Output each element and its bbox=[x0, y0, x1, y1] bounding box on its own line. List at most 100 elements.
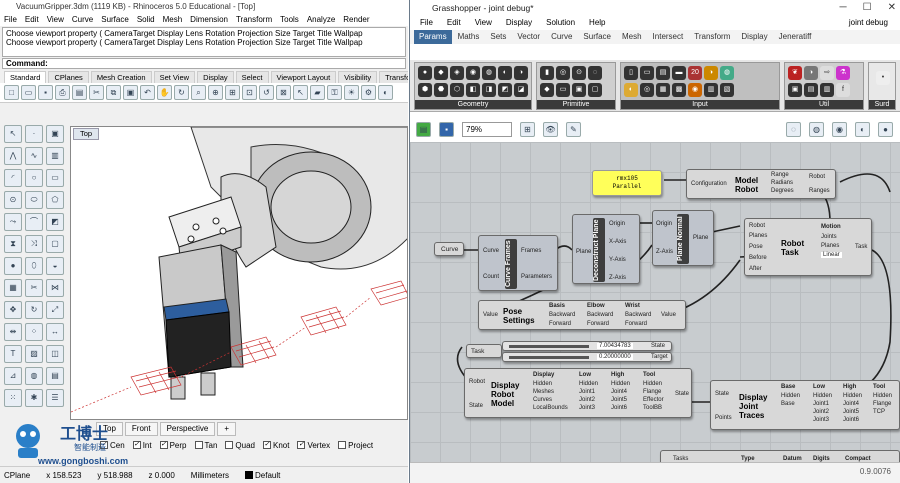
sketch-pen-icon[interactable]: ✎ bbox=[566, 121, 581, 137]
lock-icon[interactable]: ⚿ bbox=[327, 85, 342, 100]
add-viewport-tab[interactable]: + bbox=[217, 422, 237, 436]
curve-frames-component[interactable]: Curve Count Curve Frames Frames Paramete… bbox=[478, 235, 558, 291]
menu-tools[interactable]: Tools bbox=[280, 14, 299, 26]
calendar-icon[interactable]: 20 bbox=[688, 66, 702, 80]
layers-icon[interactable]: ☰ bbox=[46, 389, 64, 407]
param-icon[interactable]: ⬣ bbox=[434, 83, 448, 97]
menu-curve[interactable]: Curve bbox=[72, 14, 93, 26]
extrude-icon[interactable]: ▥ bbox=[46, 147, 64, 165]
cylinder-icon[interactable]: ⬯ bbox=[25, 257, 43, 275]
render-mode-icon[interactable]: ◍ bbox=[25, 367, 43, 385]
input-port[interactable]: Z-Axis bbox=[656, 249, 673, 255]
fillet-icon[interactable]: ⌒ bbox=[25, 213, 43, 231]
split-icon[interactable]: ✂ bbox=[25, 279, 43, 297]
analyze-icon[interactable]: ⊿ bbox=[4, 367, 22, 385]
gradient-icon[interactable]: ◑ bbox=[704, 66, 718, 80]
osnap-tan[interactable]: Tan bbox=[194, 441, 217, 450]
panel-icon[interactable]: ▤ bbox=[46, 367, 64, 385]
primitive-icon[interactable]: ▭ bbox=[556, 83, 570, 97]
osnap-vertex[interactable]: ✓ Vertex bbox=[297, 441, 330, 450]
tab-cplanes[interactable]: CPlanes bbox=[48, 71, 89, 83]
properties-icon[interactable]: ⚙ bbox=[361, 85, 376, 100]
box-icon[interactable]: ▢ bbox=[46, 235, 64, 253]
rotate-view-icon[interactable]: ↻ bbox=[174, 85, 189, 100]
input-port[interactable]: Points bbox=[715, 415, 732, 421]
tab-mesh-creation[interactable]: Mesh Creation bbox=[90, 71, 152, 83]
task-param[interactable]: Task bbox=[466, 344, 502, 358]
move-icon[interactable]: ✥ bbox=[4, 301, 22, 319]
save-icon[interactable]: ▪ bbox=[38, 85, 53, 100]
param-icon[interactable]: ⬡ bbox=[450, 83, 464, 97]
copy-icon[interactable]: ⧉ bbox=[106, 85, 121, 100]
gh-menu-view[interactable]: View bbox=[475, 16, 492, 30]
array-icon[interactable]: ⁘ bbox=[25, 323, 43, 341]
primitive-icon[interactable]: ▮ bbox=[540, 66, 554, 80]
primitive-icon[interactable]: ◆ bbox=[540, 83, 554, 97]
display-joint-traces-component[interactable]: State Points Display Joint Traces Base H… bbox=[710, 380, 900, 430]
tab-transform[interactable]: Transform bbox=[379, 71, 408, 83]
rotate-icon[interactable]: ↻ bbox=[25, 301, 43, 319]
layer-indicator[interactable]: Default bbox=[245, 471, 280, 480]
button-icon[interactable]: ▭ bbox=[640, 66, 654, 80]
output-port[interactable]: Robot bbox=[809, 174, 825, 180]
output-port[interactable]: Value bbox=[661, 312, 676, 318]
script-icon[interactable]: ▥ bbox=[820, 83, 834, 97]
primitive-icon[interactable]: ▢ bbox=[588, 83, 602, 97]
param-icon[interactable]: ◪ bbox=[514, 83, 528, 97]
flask-icon[interactable]: ⚗ bbox=[836, 66, 850, 80]
input-port[interactable]: Robot bbox=[749, 223, 765, 229]
primitive-icon[interactable]: ◌ bbox=[588, 66, 602, 80]
md-slider-icon[interactable]: ▩ bbox=[672, 83, 686, 97]
scale-icon[interactable]: ⤢ bbox=[46, 301, 64, 319]
zoom-window-icon[interactable]: ⊕ bbox=[208, 85, 223, 100]
input-port[interactable]: Count bbox=[483, 274, 499, 280]
param-icon[interactable]: ◑ bbox=[514, 66, 528, 80]
new-file-icon[interactable]: □ bbox=[4, 85, 19, 100]
galapagos-icon[interactable]: ◑ bbox=[804, 66, 818, 80]
bottom-component[interactable]: Tasks Type Datum Digits Compact bbox=[660, 450, 900, 462]
input-port[interactable]: Pose bbox=[749, 244, 763, 250]
tab-select[interactable]: Select bbox=[235, 71, 269, 83]
gh-tab-params[interactable]: Params bbox=[414, 30, 452, 44]
gh-tab-jeneratiff[interactable]: Jeneratiff bbox=[774, 30, 817, 44]
material-icon[interactable]: ◐ bbox=[855, 121, 870, 137]
slider-track[interactable] bbox=[509, 356, 589, 359]
output-port[interactable]: Parameters bbox=[521, 274, 552, 280]
boolean-icon[interactable]: ◒ bbox=[46, 257, 64, 275]
maximize-icon[interactable]: ☐ bbox=[863, 2, 872, 13]
zoom-selected-icon[interactable]: ⊡ bbox=[242, 85, 257, 100]
input-port[interactable]: Value bbox=[483, 312, 498, 318]
osnap-project[interactable]: Project bbox=[338, 441, 373, 450]
units-label[interactable]: Millimeters bbox=[191, 471, 229, 480]
surface-icon[interactable]: ◩ bbox=[46, 213, 64, 231]
input-port[interactable]: Planes bbox=[749, 233, 767, 239]
globe-icon[interactable]: ● bbox=[878, 121, 893, 137]
gh-canvas[interactable]: rmx105 Parallel Configuration Model Robo… bbox=[410, 142, 900, 462]
output-port[interactable]: Plane bbox=[693, 235, 708, 241]
gumball-icon[interactable]: ▣ bbox=[46, 125, 64, 143]
minimize-icon[interactable]: ─ bbox=[840, 2, 847, 13]
render-icon[interactable]: ◐ bbox=[378, 85, 393, 100]
primitive-icon[interactable]: ◎ bbox=[556, 66, 570, 80]
output-port[interactable]: Ranges bbox=[809, 188, 830, 194]
osnap-knot[interactable]: ✓ Knot bbox=[262, 441, 289, 450]
gh-tab-mesh[interactable]: Mesh bbox=[617, 30, 647, 44]
model-robot-component[interactable]: Configuration Model Robot Range Radians … bbox=[686, 169, 836, 199]
viewport-label[interactable]: Top bbox=[73, 128, 100, 140]
open-file-icon[interactable]: ▤ bbox=[416, 121, 431, 137]
polygon-icon[interactable]: ⬠ bbox=[46, 191, 64, 209]
menu-edit[interactable]: Edit bbox=[25, 14, 39, 26]
deconstruct-plane-component[interactable]: Plane Deconstruct Plane Origin X-Axis Y-… bbox=[572, 214, 640, 284]
car-render-icon[interactable]: ▰ bbox=[310, 85, 325, 100]
gh-tab-vector[interactable]: Vector bbox=[512, 30, 545, 44]
four-view-icon[interactable]: ⊠ bbox=[276, 85, 291, 100]
cplane-label[interactable]: CPlane bbox=[4, 471, 30, 480]
tab-set-view[interactable]: Set View bbox=[153, 71, 196, 83]
gh-tab-surface[interactable]: Surface bbox=[578, 30, 616, 44]
explode-icon[interactable]: ✱ bbox=[25, 389, 43, 407]
circle-center-icon[interactable]: ⊙ bbox=[4, 191, 22, 209]
undo-icon[interactable]: ↶ bbox=[140, 85, 155, 100]
slider-track[interactable] bbox=[509, 345, 589, 348]
menu-mesh[interactable]: Mesh bbox=[163, 14, 183, 26]
output-port[interactable]: X-Axis bbox=[609, 239, 626, 245]
